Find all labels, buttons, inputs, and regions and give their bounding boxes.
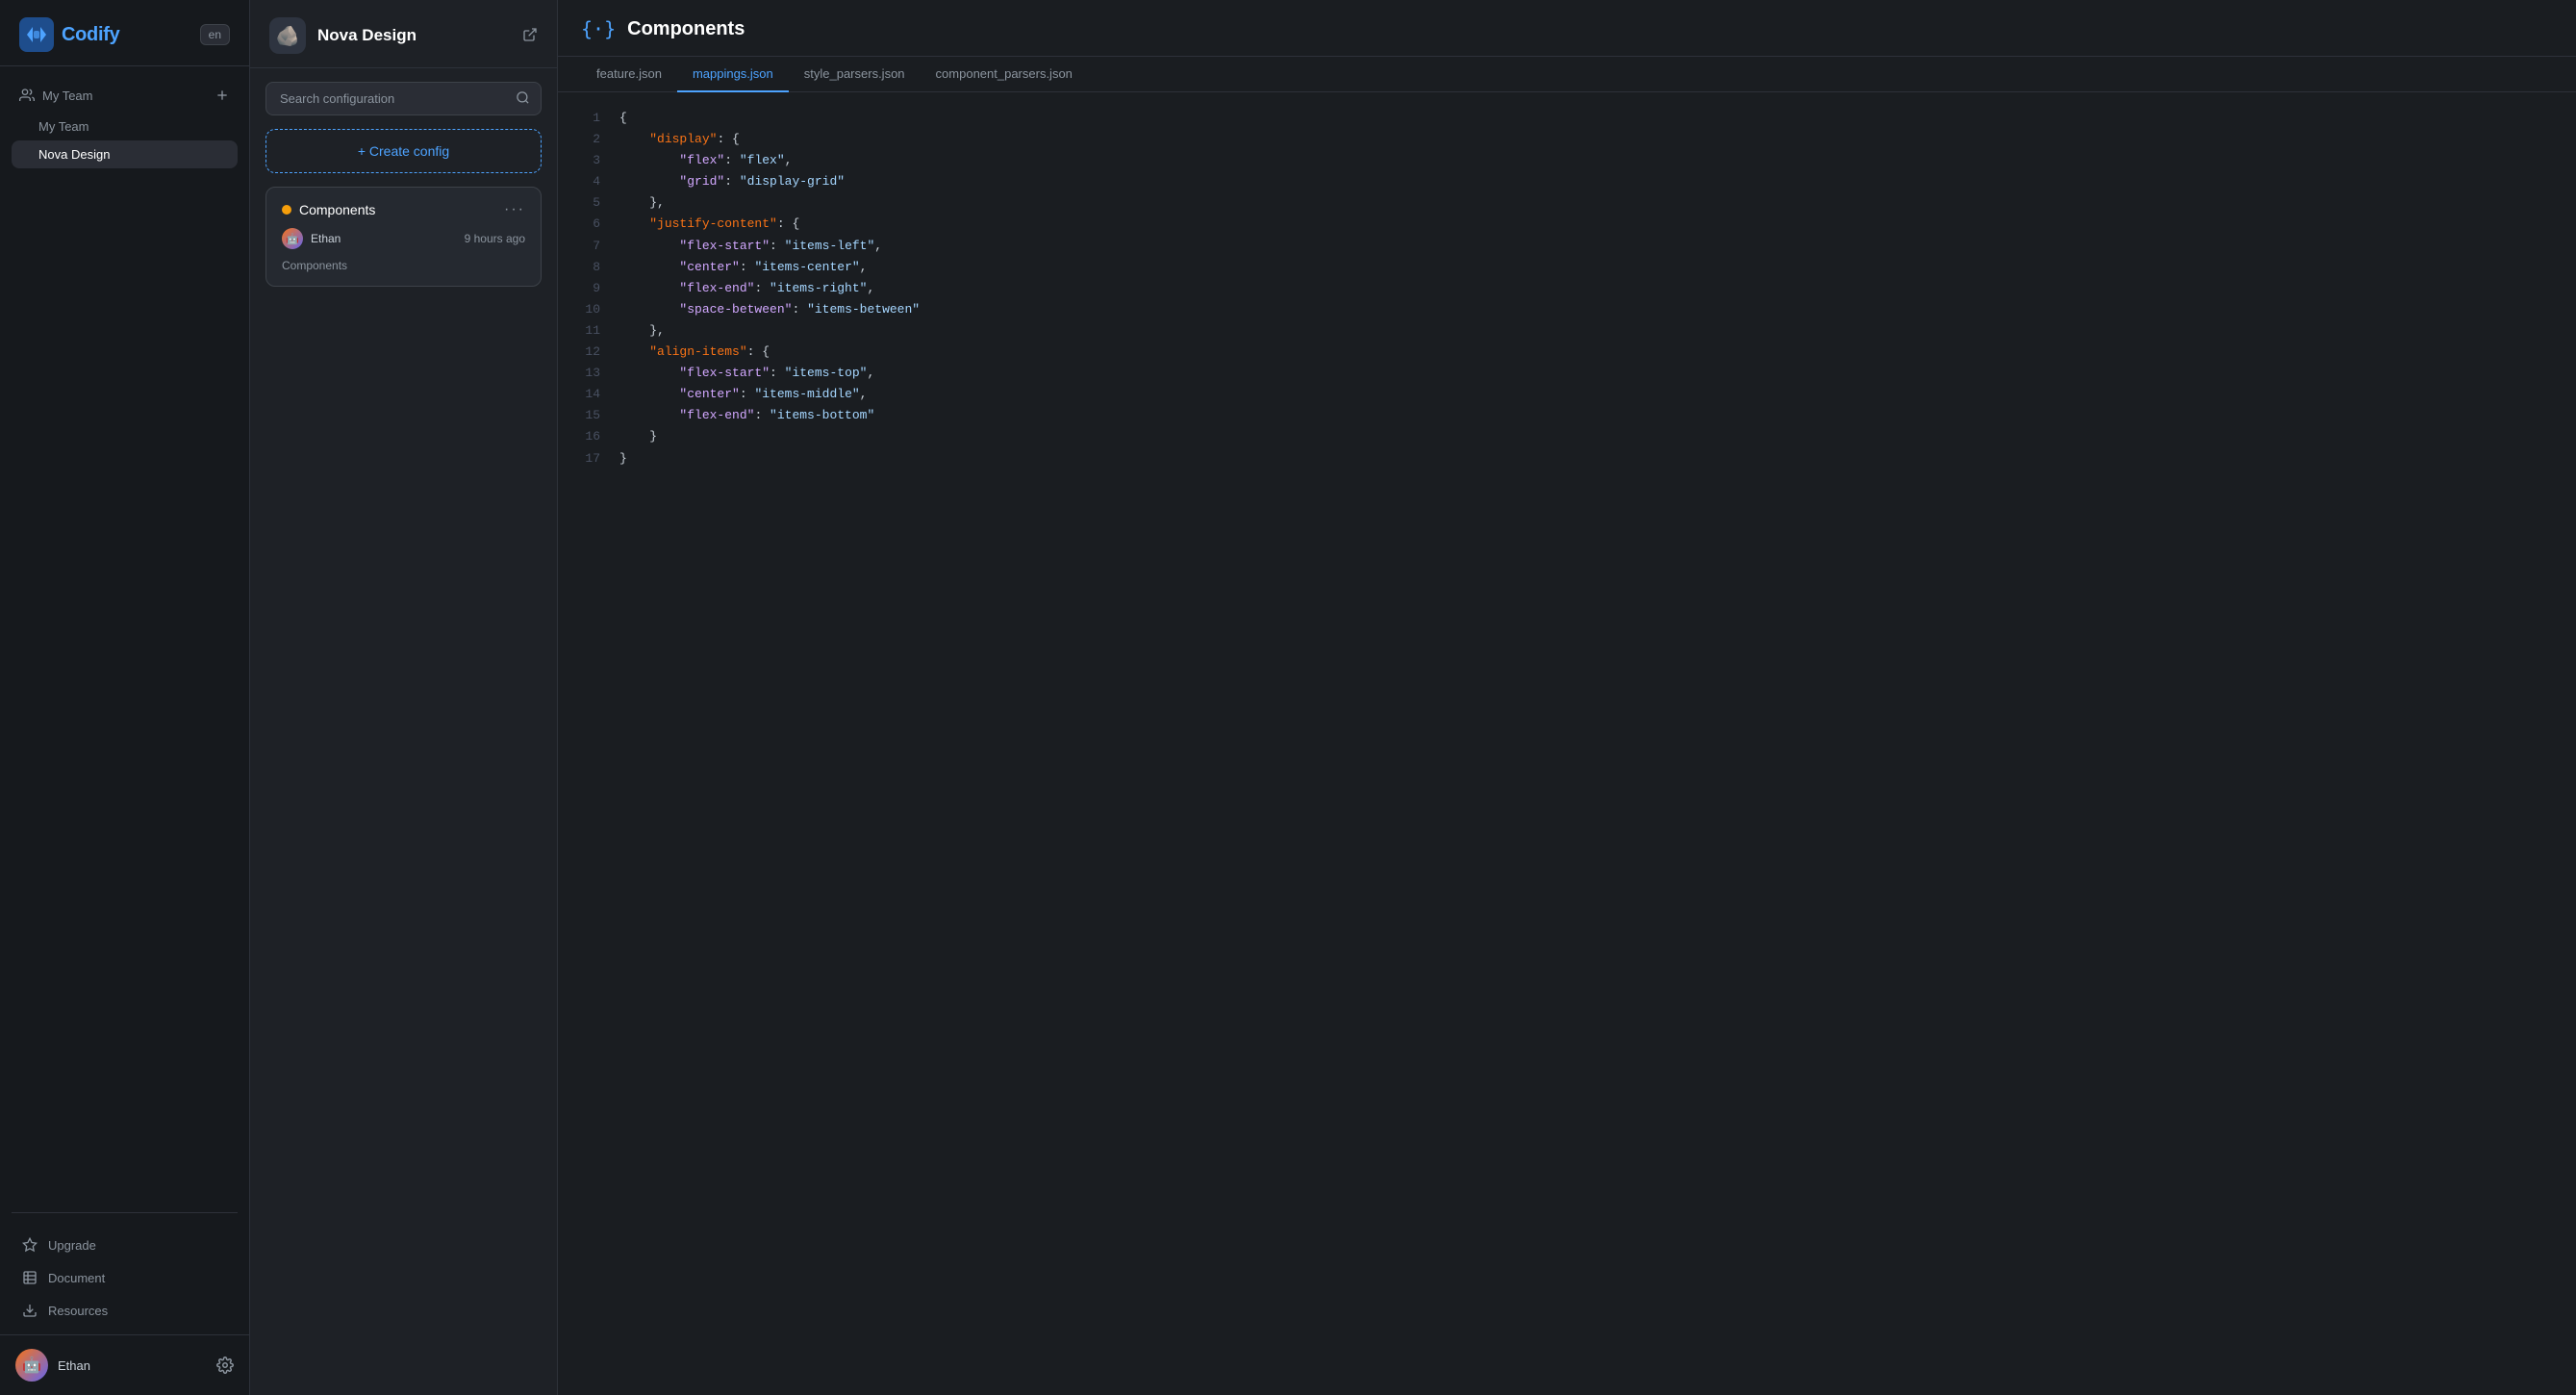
project-title-area: 🪨 Nova Design [269,17,417,54]
code-line-15: 15 "flex-end": "items-bottom" [581,405,2553,426]
editor-header: {·} Components [558,0,2576,57]
search-input[interactable] [265,82,542,115]
editor-title-icon: {·} [581,17,616,40]
sidebar-footer: 🤖 Ethan [0,1334,249,1395]
config-card-title: Components [282,202,375,217]
book-icon [21,1269,38,1286]
star-icon [21,1236,38,1254]
sidebar-nav: Upgrade Document Resources [0,1221,249,1334]
config-card-header: Components ··· [282,201,525,218]
sidebar-item-upgrade[interactable]: Upgrade [12,1229,238,1261]
code-line-13: 13 "flex-start": "items-top", [581,363,2553,384]
avatar: 🤖 [15,1349,48,1382]
editor-panel: {·} Components feature.json mappings.jso… [558,0,2576,1395]
code-line-16: 16 } [581,426,2553,447]
sidebar-item-my-team[interactable]: My Team [12,113,238,140]
status-dot [282,205,291,215]
external-link-button[interactable] [522,27,538,45]
card-timestamp: 9 hours ago [465,232,525,245]
code-line-14: 14 "center": "items-middle", [581,384,2553,405]
code-line-5: 5 }, [581,192,2553,214]
tab-feature-json[interactable]: feature.json [581,57,677,92]
project-name: Nova Design [317,26,417,45]
add-team-icon[interactable] [215,88,230,103]
middle-panel: 🪨 Nova Design + Create config Compon [250,0,558,1395]
editor-title-row: {·} Components [581,17,745,56]
code-line-9: 9 "flex-end": "items-right", [581,278,2553,299]
user-area: 🤖 Ethan [15,1349,90,1382]
team-section-label: My Team [42,89,93,103]
more-options-button[interactable]: ··· [504,201,525,218]
tab-mappings-json[interactable]: mappings.json [677,57,789,92]
sidebar: Codify en My Team My Team Nova Design [0,0,250,1395]
team-section: My Team My Team Nova Design [0,66,249,1205]
language-badge[interactable]: en [200,24,230,45]
app-name: Codify [62,24,119,46]
project-icon: 🪨 [269,17,306,54]
code-line-3: 3 "flex": "flex", [581,150,2553,171]
logo-area: Codify [19,17,119,52]
settings-button[interactable] [216,1357,234,1374]
gear-icon [216,1357,234,1374]
tab-style-parsers-json[interactable]: style_parsers.json [789,57,921,92]
tabs-row: feature.json mappings.json style_parsers… [558,57,2576,92]
code-line-12: 12 "align-items": { [581,342,2553,363]
search-icon [516,90,530,108]
code-line-7: 7 "flex-start": "items-left", [581,236,2553,257]
codify-logo-icon [19,17,54,52]
sidebar-item-resources[interactable]: Resources [12,1294,238,1327]
users-icon [19,88,35,103]
code-line-6: 6 "justify-content": { [581,214,2553,235]
team-section-title: My Team [19,88,93,103]
card-author-avatar: 🤖 [282,228,303,249]
create-config-button[interactable]: + Create config [265,129,542,173]
code-line-11: 11 }, [581,320,2553,342]
code-editor[interactable]: 1 { 2 "display": { 3 "flex": "flex", 4 "… [558,92,2576,1395]
my-team-header[interactable]: My Team [12,82,238,109]
editor-title: Components [627,18,745,40]
code-line-4: 4 "grid": "display-grid" [581,171,2553,192]
code-line-17: 17 } [581,448,2553,469]
sidebar-divider [12,1212,238,1213]
middle-header: 🪨 Nova Design [250,0,557,68]
create-config-label: + Create config [358,143,449,159]
code-line-8: 8 "center": "items-center", [581,257,2553,278]
card-description: Components [282,259,525,272]
sidebar-item-nova-design[interactable]: Nova Design [12,140,238,168]
config-card-meta: 🤖 Ethan 9 hours ago [282,228,525,249]
username: Ethan [58,1358,90,1373]
download-icon [21,1302,38,1319]
tab-component-parsers-json[interactable]: component_parsers.json [921,57,1088,92]
sidebar-header: Codify en [0,0,249,66]
code-line-1: 1 { [581,108,2553,129]
config-card[interactable]: Components ··· 🤖 Ethan 9 hours ago Compo… [265,187,542,287]
card-author-name: Ethan [311,232,341,245]
sidebar-item-document[interactable]: Document [12,1261,238,1294]
code-line-10: 10 "space-between": "items-between" [581,299,2553,320]
search-bar [265,82,542,115]
code-line-2: 2 "display": { [581,129,2553,150]
external-link-icon [522,27,538,42]
